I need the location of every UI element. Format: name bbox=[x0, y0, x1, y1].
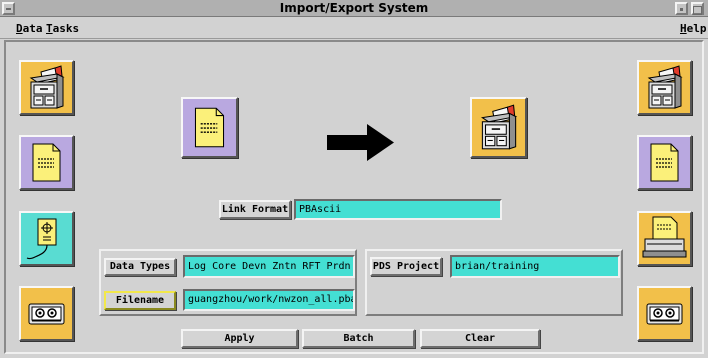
batch-button[interactable]: Batch bbox=[302, 329, 415, 348]
right-arrow-icon bbox=[327, 124, 394, 161]
menu-bar bbox=[0, 17, 708, 39]
tape-reel-icon bbox=[21, 288, 72, 339]
clear-button[interactable]: Clear bbox=[420, 329, 540, 348]
right-document-button[interactable] bbox=[637, 135, 692, 190]
window-title: Import/Export System bbox=[279, 1, 429, 15]
maximize-button[interactable] bbox=[691, 2, 704, 15]
menu-help[interactable]: Help bbox=[680, 21, 707, 37]
tape-connector-icon bbox=[21, 213, 72, 264]
pds-project-button[interactable]: PDS Project bbox=[370, 257, 442, 276]
link-format-button[interactable]: Link Format bbox=[219, 200, 291, 219]
target-destination-tile[interactable] bbox=[470, 97, 527, 158]
left-tape-reel-button[interactable] bbox=[19, 286, 74, 341]
file-cabinet-icon bbox=[472, 99, 525, 156]
right-printer-button[interactable] bbox=[637, 211, 692, 266]
document-icon bbox=[21, 137, 72, 188]
document-icon bbox=[639, 137, 690, 188]
source-format-tile[interactable] bbox=[181, 97, 238, 158]
tape-reel-icon bbox=[639, 288, 690, 339]
data-types-button[interactable]: Data Types bbox=[104, 258, 176, 276]
file-cabinet-icon bbox=[21, 62, 72, 113]
menu-tasks[interactable]: Tasks bbox=[46, 21, 79, 37]
filename-button[interactable]: Filename bbox=[104, 291, 176, 310]
link-format-field[interactable]: PBAscii bbox=[294, 199, 502, 220]
left-tape-connector-button[interactable] bbox=[19, 211, 74, 266]
right-tape-reel-button[interactable] bbox=[637, 286, 692, 341]
data-types-field[interactable]: Log Core Devn Zntn RFT Prdn Au bbox=[183, 255, 355, 278]
right-file-cabinet-button[interactable] bbox=[637, 60, 692, 115]
pds-project-field[interactable]: brian/training bbox=[450, 255, 620, 278]
printer-icon bbox=[639, 213, 690, 264]
document-icon bbox=[183, 99, 236, 156]
minimize-button[interactable] bbox=[675, 2, 688, 15]
left-document-button[interactable] bbox=[19, 135, 74, 190]
file-cabinet-icon bbox=[639, 62, 690, 113]
menu-data[interactable]: Data bbox=[16, 21, 43, 37]
left-file-cabinet-button[interactable] bbox=[19, 60, 74, 115]
filename-field[interactable]: guangzhou/work/nwzon_all.pba bbox=[183, 289, 355, 311]
apply-button[interactable]: Apply bbox=[181, 329, 298, 348]
